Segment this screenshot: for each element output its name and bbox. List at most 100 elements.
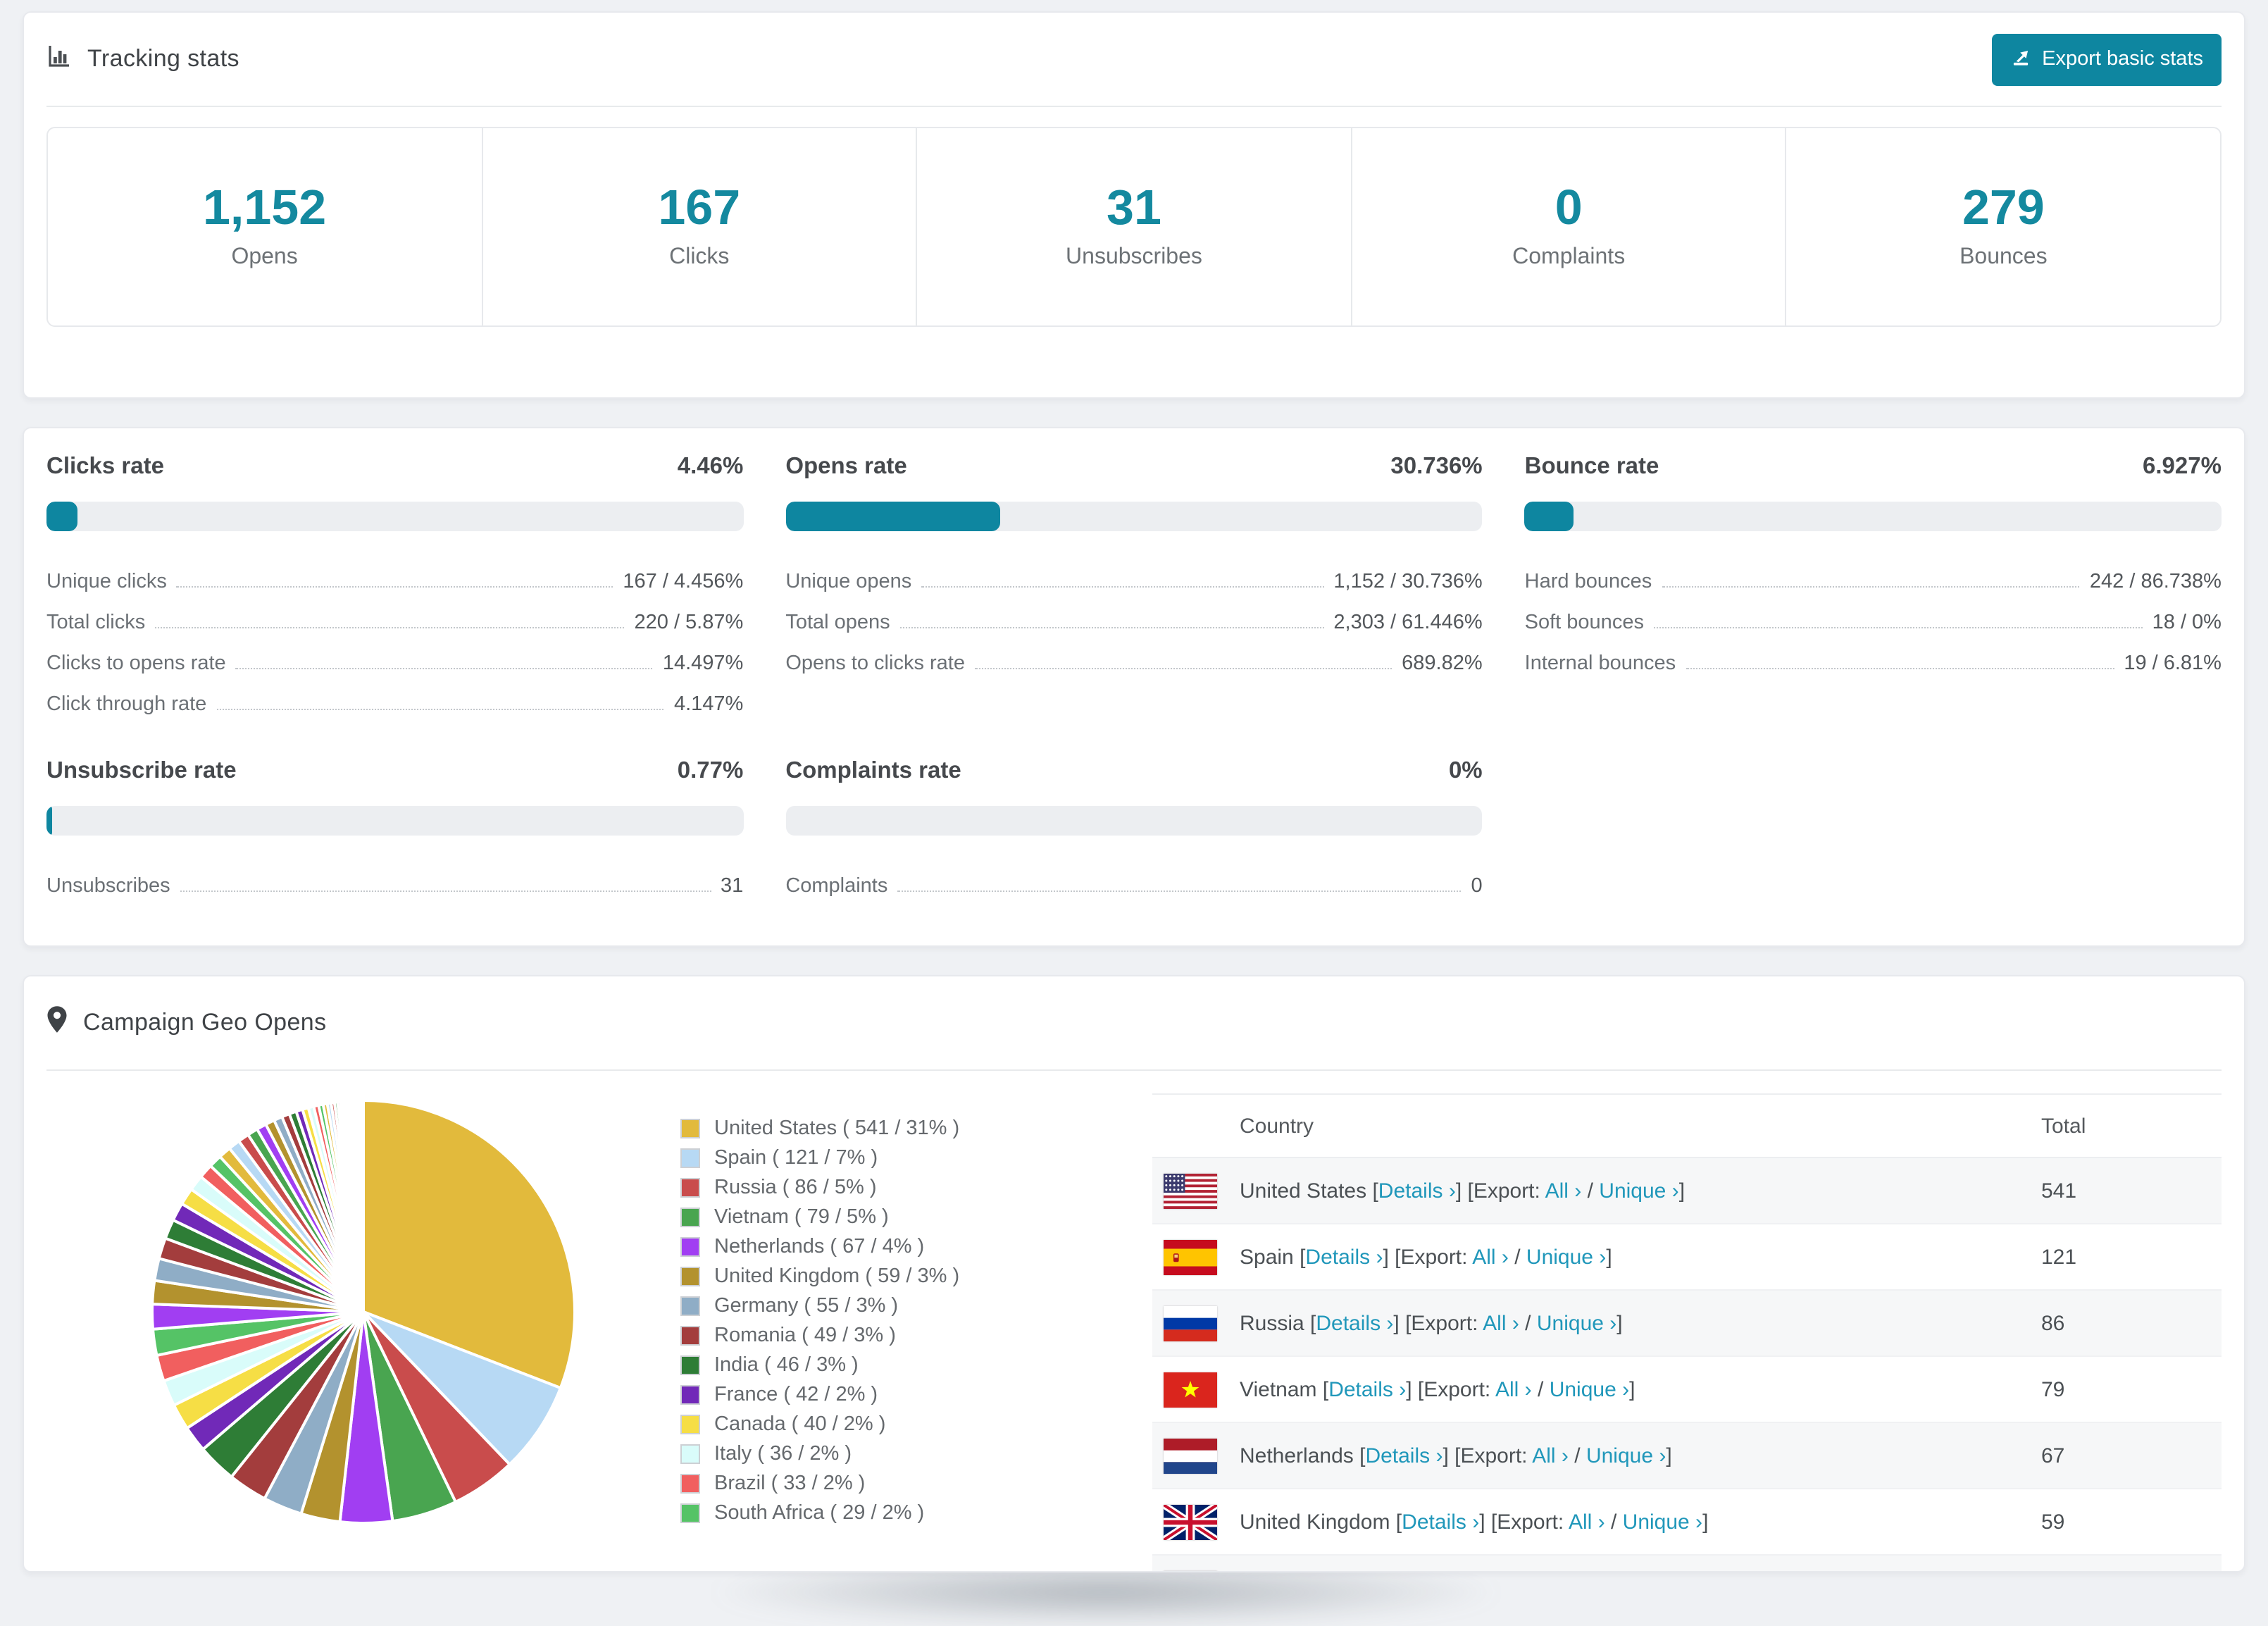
link-separator: / bbox=[1532, 1377, 1550, 1401]
rate-value: 0.77% bbox=[678, 758, 744, 785]
export-all-link[interactable]: All › bbox=[1532, 1444, 1569, 1467]
stat-row-unique-clicks: Unique clicks167 / 4.456% bbox=[46, 555, 743, 596]
stat-row-label: Total opens bbox=[785, 612, 890, 637]
details-link[interactable]: Details › bbox=[1316, 1311, 1393, 1335]
legend-swatch bbox=[680, 1177, 700, 1197]
legend-item-vietnam[interactable]: Vietnam ( 79 / 5% ) bbox=[680, 1202, 1152, 1231]
flag-vn bbox=[1164, 1372, 1217, 1407]
total-cell: 86 bbox=[2030, 1290, 2222, 1356]
rate-title: Opens rate bbox=[785, 454, 906, 480]
bracket-close: ] bbox=[1679, 1179, 1685, 1203]
country-cell: Vietnam [Details ›] [Export: All › / Uni… bbox=[1228, 1356, 2030, 1422]
legend-item-united-kingdom[interactable]: United Kingdom ( 59 / 3% ) bbox=[680, 1261, 1152, 1291]
details-link[interactable]: Details › bbox=[1378, 1179, 1456, 1203]
stat-row-label: Unique clicks bbox=[46, 571, 167, 596]
stat-row-value: 689.82% bbox=[1402, 652, 1483, 678]
details-link[interactable]: Details › bbox=[1328, 1377, 1406, 1401]
stat-row-label: Total clicks bbox=[46, 612, 145, 637]
export-all-link[interactable]: All › bbox=[1472, 1245, 1509, 1269]
dotted-leader bbox=[1686, 668, 2114, 669]
dotted-leader bbox=[1654, 627, 2143, 628]
export-unique-link[interactable]: Unique › bbox=[1599, 1179, 1678, 1203]
progress-bar bbox=[46, 806, 743, 836]
country-text: Netherlands [Details ›] [Export: All › /… bbox=[1240, 1444, 1672, 1467]
legend-swatch bbox=[680, 1414, 700, 1434]
flag-cell bbox=[1152, 1290, 1228, 1356]
export-prefix: ] [Export: bbox=[1443, 1444, 1532, 1467]
flag-cell bbox=[1152, 1356, 1228, 1422]
country-cell: Netherlands [Details ›] [Export: All › /… bbox=[1228, 1422, 2030, 1489]
legend-item-united-states[interactable]: United States ( 541 / 31% ) bbox=[680, 1113, 1152, 1143]
country-text: United Kingdom [Details ›] [Export: All … bbox=[1240, 1510, 1708, 1534]
geo-table-wrap: Country Total United States [Details ›] … bbox=[1152, 1093, 2222, 1572]
stat-row-complaints: Complaints0 bbox=[785, 859, 1482, 900]
export-unique-link[interactable]: Unique › bbox=[1537, 1311, 1616, 1335]
rate-section-header: Complaints rate0% bbox=[785, 758, 1482, 785]
legend-label: Spain ( 121 / 7% ) bbox=[714, 1146, 878, 1169]
geo-title: Campaign Geo Opens bbox=[46, 1006, 327, 1040]
geo-row-russia: Russia [Details ›] [Export: All › / Uniq… bbox=[1152, 1290, 2222, 1356]
export-unique-link[interactable]: Unique › bbox=[1586, 1444, 1666, 1467]
rate-title: Complaints rate bbox=[785, 758, 961, 785]
details-link[interactable]: Details › bbox=[1402, 1510, 1479, 1534]
export-all-link[interactable]: All › bbox=[1569, 1510, 1605, 1534]
stat-row-label: Clicks to opens rate bbox=[46, 652, 226, 678]
tracking-stats-title: Tracking stats bbox=[46, 43, 239, 75]
stat-row-label: Click through rate bbox=[46, 693, 206, 719]
progress-bar bbox=[785, 806, 1482, 836]
header-divider bbox=[46, 106, 2222, 107]
rate-value: 6.927% bbox=[2143, 454, 2222, 480]
link-separator: / bbox=[1509, 1245, 1526, 1269]
geo-pie-chart bbox=[46, 1093, 680, 1530]
stat-tile-complaints: 0Complaints bbox=[1351, 128, 1786, 325]
legend-item-india[interactable]: India ( 46 / 3% ) bbox=[680, 1350, 1152, 1379]
export-unique-link[interactable]: Unique › bbox=[1623, 1510, 1702, 1534]
export-unique-link[interactable]: Unique › bbox=[1550, 1377, 1629, 1401]
geo-table-header-row: Country Total bbox=[1152, 1094, 2222, 1158]
legend-swatch bbox=[680, 1355, 700, 1374]
progress-bar bbox=[46, 502, 743, 531]
country-name: Spain [ bbox=[1240, 1245, 1305, 1269]
legend-swatch bbox=[680, 1503, 700, 1522]
geo-row-netherlands: Netherlands [Details ›] [Export: All › /… bbox=[1152, 1422, 2222, 1489]
rates-grid: Clicks rate4.46%Unique clicks167 / 4.456… bbox=[24, 428, 2244, 945]
legend-item-germany[interactable]: Germany ( 55 / 3% ) bbox=[680, 1291, 1152, 1320]
legend-swatch bbox=[680, 1325, 700, 1345]
export-all-link[interactable]: All › bbox=[1545, 1179, 1582, 1203]
legend-item-italy[interactable]: Italy ( 36 / 2% ) bbox=[680, 1439, 1152, 1468]
geo-header: Campaign Geo Opens bbox=[24, 976, 2244, 1069]
geo-row-united-kingdom: United Kingdom [Details ›] [Export: All … bbox=[1152, 1489, 2222, 1555]
legend-item-spain[interactable]: Spain ( 121 / 7% ) bbox=[680, 1143, 1152, 1172]
export-prefix: ] [Export: bbox=[1479, 1510, 1569, 1534]
legend-item-russia[interactable]: Russia ( 86 / 5% ) bbox=[680, 1172, 1152, 1202]
stat-value: 31 bbox=[1107, 183, 1161, 235]
country-text: United States [Details ›] [Export: All ›… bbox=[1240, 1179, 1685, 1203]
legend-item-brazil[interactable]: Brazil ( 33 / 2% ) bbox=[680, 1468, 1152, 1498]
stat-row-soft-bounces: Soft bounces18 / 0% bbox=[1525, 596, 2222, 637]
legend-item-romania[interactable]: Romania ( 49 / 3% ) bbox=[680, 1320, 1152, 1350]
legend-item-south-africa[interactable]: South Africa ( 29 / 2% ) bbox=[680, 1498, 1152, 1527]
stat-row-label: Unsubscribes bbox=[46, 875, 170, 900]
bracket-close: ] bbox=[1616, 1311, 1622, 1335]
export-basic-stats-button[interactable]: Export basic stats bbox=[1991, 33, 2222, 85]
legend-item-canada[interactable]: Canada ( 40 / 2% ) bbox=[680, 1409, 1152, 1439]
export-all-link[interactable]: All › bbox=[1483, 1311, 1519, 1335]
geo-table: Country Total United States [Details ›] … bbox=[1152, 1093, 2222, 1572]
country-text: Vietnam [Details ›] [Export: All › / Uni… bbox=[1240, 1377, 1635, 1401]
legend-label: Vietnam ( 79 / 5% ) bbox=[714, 1205, 889, 1228]
dotted-leader bbox=[216, 709, 664, 710]
export-all-link[interactable]: All › bbox=[1495, 1377, 1532, 1401]
stat-tile-clicks: 167Clicks bbox=[481, 128, 916, 325]
column-header-country: Country bbox=[1152, 1094, 2030, 1158]
total-cell: 67 bbox=[2030, 1422, 2222, 1489]
geo-title-text: Campaign Geo Opens bbox=[83, 1009, 327, 1037]
details-link[interactable]: Details › bbox=[1305, 1245, 1383, 1269]
legend-item-netherlands[interactable]: Netherlands ( 67 / 4% ) bbox=[680, 1231, 1152, 1261]
export-unique-link[interactable]: Unique › bbox=[1526, 1245, 1606, 1269]
details-link[interactable]: Details › bbox=[1365, 1444, 1443, 1467]
legend-item-france[interactable]: France ( 42 / 2% ) bbox=[680, 1379, 1152, 1409]
country-text: Spain [Details ›] [Export: All › / Uniqu… bbox=[1240, 1245, 1612, 1269]
stat-row-value: 0 bbox=[1471, 875, 1483, 900]
legend-swatch bbox=[680, 1473, 700, 1493]
stat-value: 0 bbox=[1555, 183, 1583, 235]
